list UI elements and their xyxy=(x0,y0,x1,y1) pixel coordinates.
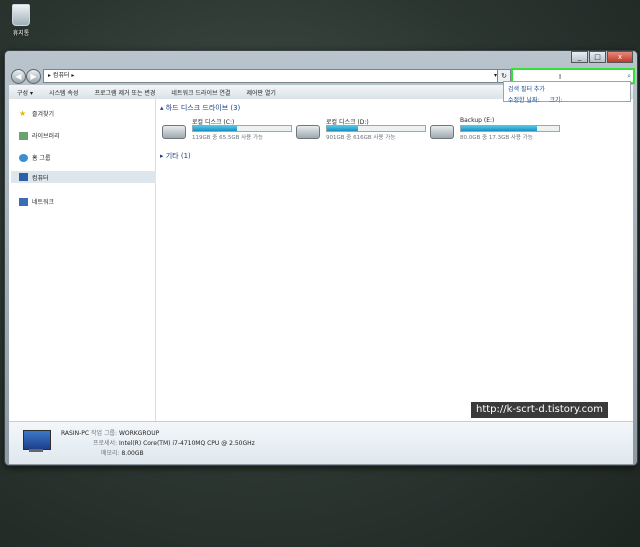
content-pane: ▴ 하드 디스크 드라이브 (3) 로컬 디스크 (C:) 119GB 중 65… xyxy=(156,99,633,421)
workgroup-label: 작업 그룹: xyxy=(91,430,118,437)
library-icon xyxy=(19,131,28,140)
computer-stand-icon xyxy=(29,449,43,452)
memory-value: 8.00GB xyxy=(121,450,144,457)
watermark: http://k-scrt-d.tistory.com xyxy=(471,402,608,418)
drive-info: 80.0GB 중 17.3GB 사용 가능 xyxy=(460,135,533,141)
maximize-button[interactable]: □ xyxy=(589,51,606,63)
drive-c[interactable]: 로컬 디스크 (C:) 119GB 중 65.5GB 사용 가능 xyxy=(162,117,302,147)
sidebar-item-label: 네트워크 xyxy=(32,199,55,206)
sidebar-item-network[interactable]: 네트워크 xyxy=(19,197,54,206)
sidebar-item-label: 홈 그룹 xyxy=(32,155,51,162)
star-icon: ★ xyxy=(19,108,27,118)
sidebar-item-label: 컴퓨터 xyxy=(32,174,49,182)
usage-bar xyxy=(460,125,560,132)
search-filter-title: 검색 필터 추가 xyxy=(508,86,545,93)
computer-icon xyxy=(19,173,28,181)
recycle-bin[interactable]: 휴지통 xyxy=(6,4,36,37)
uninstall-program-button[interactable]: 프로그램 제거 또는 변경 xyxy=(86,88,163,97)
breadcrumb[interactable]: ▸ 컴퓨터 ▸ xyxy=(48,72,74,79)
sidebar-item-favorites[interactable]: ★ 즐겨찾기 xyxy=(19,109,54,118)
usage-bar xyxy=(326,125,426,132)
computer-icon xyxy=(23,430,51,450)
homegroup-icon xyxy=(19,153,28,162)
navigation-pane: ★ 즐겨찾기 라이브러리 홈 그룹 컴퓨터 네트워크 xyxy=(9,99,161,421)
drive-info: 119GB 중 65.5GB 사용 가능 xyxy=(192,135,264,141)
usage-fill xyxy=(327,126,359,131)
cpu-value: Intel(R) Core(TM) i7-4710MQ CPU @ 2.50GH… xyxy=(119,440,255,447)
cpu-label: 프로세서: xyxy=(93,440,118,447)
sidebar-item-label: 라이브러리 xyxy=(32,133,60,140)
pc-name: RASIN-PC xyxy=(61,430,90,437)
usage-bar xyxy=(192,125,292,132)
recycle-bin-label: 휴지통 xyxy=(12,30,30,37)
minimize-button[interactable]: _ xyxy=(571,51,588,63)
workgroup-value: WORKGROUP xyxy=(118,430,160,437)
group-header-other[interactable]: ▸ 기타 (1) xyxy=(160,151,191,161)
drive-name: Backup (E:) xyxy=(460,117,495,124)
details-pane: RASIN-PC 작업 그룹: WORKGROUP 프로세서: Intel(R)… xyxy=(9,421,633,464)
back-button[interactable]: ◀ xyxy=(11,69,26,84)
usage-fill xyxy=(193,126,238,131)
hard-drive-icon xyxy=(430,125,454,139)
map-network-drive-button[interactable]: 네트워크 드라이브 연결 xyxy=(163,88,238,97)
recycle-bin-icon xyxy=(12,4,30,26)
open-control-panel-button[interactable]: 제어판 열기 xyxy=(238,88,284,97)
sidebar-item-computer[interactable]: 컴퓨터 xyxy=(11,171,161,183)
sidebar-item-libraries[interactable]: 라이브러리 xyxy=(19,131,60,140)
drive-e[interactable]: Backup (E:) 80.0GB 중 17.3GB 사용 가능 xyxy=(430,117,570,147)
network-icon xyxy=(19,197,28,206)
system-properties-button[interactable]: 시스템 속성 xyxy=(41,88,87,97)
filter-date-modified[interactable]: 수정한 날짜: xyxy=(508,97,540,104)
group-header-hdd[interactable]: ▴ 하드 디스크 드라이브 (3) xyxy=(160,103,240,113)
drive-d[interactable]: 로컬 디스크 (D:) 901GB 중 616GB 사용 가능 xyxy=(296,117,436,147)
forward-button[interactable]: ▶ xyxy=(26,69,41,84)
drive-info: 901GB 중 616GB 사용 가능 xyxy=(326,135,396,141)
close-button[interactable]: x xyxy=(607,51,633,63)
organize-menu[interactable]: 구성 ▾ xyxy=(9,88,41,97)
sidebar-item-label: 즐겨찾기 xyxy=(32,111,55,118)
hard-drive-icon xyxy=(162,125,186,139)
usage-fill xyxy=(461,126,538,131)
explorer-window: _ □ x ◀ ▶ ▸ 컴퓨터 ▸ ▾ ↻ I ⌕ 구성 ▾ 시스템 속성 프로… xyxy=(4,50,638,466)
search-filter-dropdown: 검색 필터 추가 수정한 날짜: 크기: xyxy=(503,81,631,104)
sidebar-item-homegroup[interactable]: 홈 그룹 xyxy=(19,153,50,162)
address-bar[interactable]: ▸ 컴퓨터 ▸ ▾ xyxy=(43,69,501,83)
hard-drive-icon xyxy=(296,125,320,139)
filter-size[interactable]: 크기: xyxy=(549,97,562,104)
memory-label: 메모리: xyxy=(101,450,120,457)
